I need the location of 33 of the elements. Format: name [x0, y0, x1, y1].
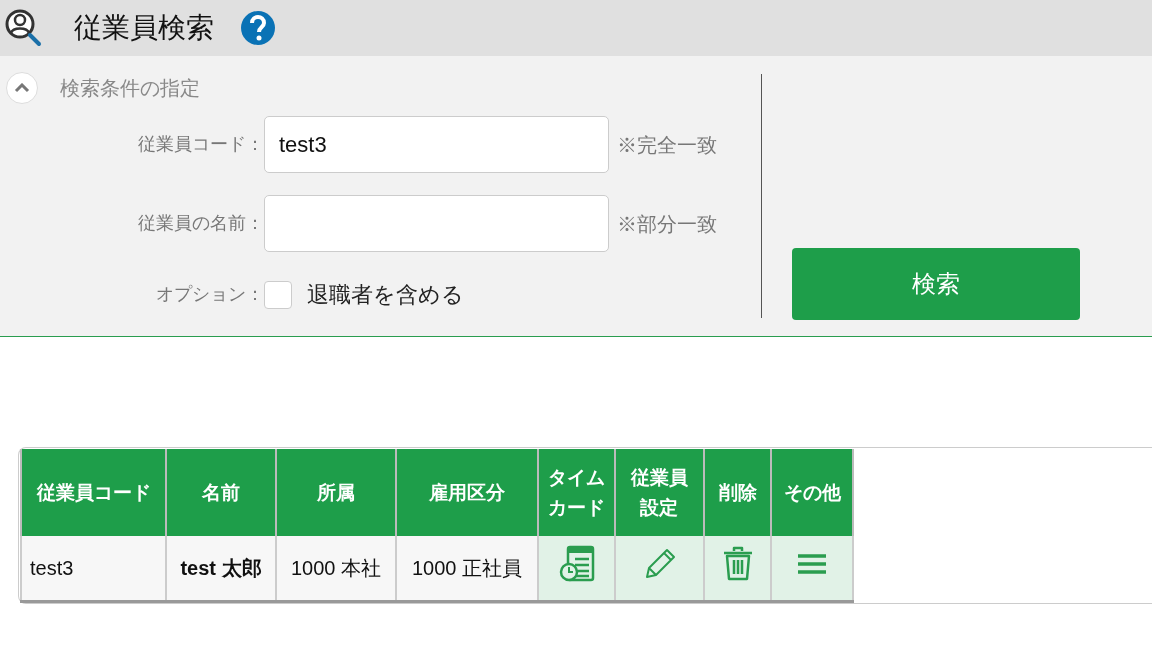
- help-icon[interactable]: [240, 10, 276, 46]
- column-header: 削除: [704, 449, 771, 536]
- input-field[interactable]: [264, 195, 609, 252]
- action-button[interactable]: [797, 553, 827, 576]
- column-header: 所属: [276, 449, 396, 536]
- page-title: 従業員検索: [74, 11, 214, 45]
- panel-title: 検索条件の指定: [60, 76, 200, 101]
- menu-icon: [797, 553, 827, 576]
- trash-icon: [721, 546, 754, 583]
- checkbox-label: 退職者を含める: [307, 281, 464, 309]
- timecard-icon: [558, 545, 595, 584]
- field-label: オプション：: [155, 283, 264, 306]
- table-cell: test3: [21, 536, 166, 601]
- checkbox[interactable]: [264, 280, 292, 309]
- chevron-up-icon: [14, 83, 30, 93]
- column-header: 名前: [166, 449, 276, 536]
- table-cell: test 太郎: [166, 536, 276, 601]
- column-header: 従業員設定: [615, 449, 704, 536]
- input-field[interactable]: test3: [264, 116, 609, 173]
- column-header: その他: [771, 449, 853, 536]
- table-cell: 1000 正社員: [396, 536, 538, 601]
- field-label: 従業員の名前：: [137, 212, 264, 235]
- collapse-toggle[interactable]: [6, 72, 38, 104]
- match-note: ※完全一致: [617, 132, 717, 158]
- match-note: ※部分一致: [617, 211, 717, 237]
- column-header: 従業員コード: [21, 449, 166, 536]
- field-label: 従業員コード：: [137, 133, 264, 156]
- user-search-icon: [4, 8, 42, 48]
- action-button[interactable]: [558, 545, 595, 584]
- column-header: タイムカード: [538, 449, 615, 536]
- column-header: 雇用区分: [396, 449, 538, 536]
- action-button[interactable]: [721, 546, 754, 583]
- table-cell: 1000 本社: [276, 536, 396, 601]
